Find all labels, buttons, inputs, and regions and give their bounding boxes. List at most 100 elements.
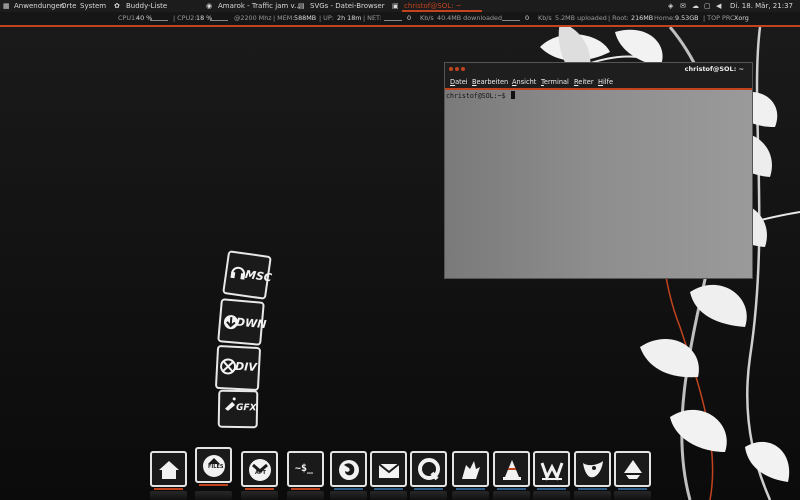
dock-reflection	[370, 491, 407, 500]
menu-ansicht[interactable]: Ansicht	[512, 78, 536, 86]
download-graph	[384, 12, 402, 25]
dwn-label: DWN	[235, 315, 267, 332]
file-browser-icon: ▤	[298, 2, 305, 10]
home-value: 9.53GB	[675, 14, 699, 22]
root-label: | Root:	[608, 14, 629, 22]
dock-gimp[interactable]	[574, 451, 611, 490]
dock-indicator	[618, 488, 647, 490]
dock-reflection	[330, 491, 367, 500]
downloaded-total: 40.4MB downloaded	[437, 14, 503, 22]
dock-indicator	[334, 488, 363, 490]
dock-reflection	[493, 491, 530, 500]
dock-reflection	[614, 491, 651, 500]
writer-icon	[540, 462, 564, 481]
download-rate: 0	[407, 14, 412, 22]
apt-label: APT	[255, 470, 266, 476]
minimize-window-button[interactable]	[455, 67, 459, 71]
dock-quicktime[interactable]	[410, 451, 447, 490]
root-value: 216MB	[631, 14, 654, 22]
chat-tray-icon[interactable]: ☁	[692, 0, 699, 12]
menu-reiter[interactable]: Reiter	[574, 78, 594, 86]
msc-label: MSC	[244, 267, 273, 285]
top-process-value: Xorg	[734, 14, 749, 22]
terminal-titlebar[interactable]: christof@SOL: ~	[445, 63, 752, 75]
dock-reflection	[574, 491, 611, 500]
cpu1-label: CPU1:	[118, 14, 138, 22]
amarok-icon: ◉	[206, 2, 213, 10]
uploaded-total: 5.2MB uploaded	[555, 14, 607, 22]
cpu2-graph	[210, 12, 228, 25]
upload-rate: 0	[525, 14, 530, 22]
home-icon	[159, 461, 179, 479]
dock-firefox[interactable]	[330, 451, 367, 490]
menu-system[interactable]: System	[80, 0, 106, 12]
dock-reflection	[195, 491, 232, 500]
dock-vlc[interactable]	[493, 451, 530, 490]
volume-icon[interactable]: ◀	[716, 0, 721, 12]
dock-indicator	[497, 488, 526, 490]
dock-indicator	[291, 488, 320, 490]
dock-reflection	[410, 491, 447, 500]
task-buddy-list[interactable]: Buddy-Liste	[126, 0, 167, 12]
system-monitor-bar: CPU1: 40 % | CPU2: 18 % @2200 Mhz | MEM:…	[0, 12, 800, 25]
div-label: DIV	[234, 359, 258, 374]
menu-datei[interactable]: Datei	[450, 78, 468, 86]
panel-accent-line	[0, 25, 800, 27]
net-label: | NET:	[363, 14, 382, 22]
dwn-launcher[interactable]: DWN	[217, 298, 267, 346]
dock-indicator	[154, 488, 183, 490]
menu-terminal[interactable]: Terminal	[541, 78, 569, 86]
dock-mail[interactable]	[370, 451, 407, 490]
firefox-icon	[339, 460, 359, 480]
dock-reflection	[452, 491, 489, 500]
gimp-icon	[583, 461, 603, 478]
gfx-launcher[interactable]: GFX	[217, 389, 259, 429]
clock[interactable]: Di. 18. Mär, 21:37	[730, 0, 793, 12]
network-icon[interactable]: ◈	[668, 0, 673, 12]
top-process-label: | TOP PRC	[703, 14, 735, 22]
dock-files[interactable]: FILES	[195, 447, 232, 486]
dock-wolf[interactable]	[452, 451, 489, 490]
main-menu-icon[interactable]: ▦	[3, 0, 10, 12]
dock-indicator	[456, 488, 485, 490]
mail-tray-icon[interactable]: ✉	[680, 0, 686, 12]
terminal-output[interactable]: christof@SOL:~$	[445, 90, 752, 278]
maximize-window-button[interactable]	[461, 67, 465, 71]
top-panel: ▦ Anwendungen Orte System ✿ Buddy-Liste …	[0, 0, 800, 12]
terminal-icon: ~$_	[295, 463, 314, 474]
terminal-task-icon: ▣	[392, 2, 399, 10]
notes-tray-icon[interactable]: ▢	[704, 0, 711, 12]
dock-reflection	[241, 491, 278, 500]
terminal-window[interactable]: christof@SOL: ~ Datei Bearbeiten Ansicht…	[444, 62, 753, 279]
cpu-frequency: @2200 Mhz	[234, 14, 272, 22]
cpu1-graph	[150, 12, 168, 25]
dock-indicator	[199, 484, 228, 486]
terminal-menubar: Datei Bearbeiten Ansicht Terminal Reiter…	[445, 75, 752, 88]
dock-indicator	[537, 488, 566, 490]
dock-inkscape[interactable]	[614, 451, 651, 490]
text-cursor	[510, 91, 515, 99]
dock-reflection	[533, 491, 570, 500]
home-label: Home:	[654, 14, 676, 22]
dock-reflection	[287, 491, 324, 500]
mail-icon	[378, 463, 400, 478]
close-window-button[interactable]	[449, 67, 453, 71]
cpu2-label: | CPU2:	[173, 14, 197, 22]
menu-bearbeiten[interactable]: Bearbeiten	[472, 78, 508, 86]
menu-hilfe[interactable]: Hilfe	[598, 78, 613, 86]
task-amarok[interactable]: Amarok - Traffic jam v...	[218, 0, 301, 12]
task-file-browser[interactable]: SVGs - Datei-Browser	[310, 0, 385, 12]
dock-terminal[interactable]: ~$_	[287, 451, 324, 490]
dock-apt[interactable]: APT	[241, 451, 278, 490]
gfx-label: GFX	[235, 402, 257, 414]
menu-places[interactable]: Orte	[61, 0, 76, 12]
dock-home[interactable]	[150, 451, 187, 490]
mem-value: 588MB	[294, 14, 317, 22]
dock-writer[interactable]	[533, 451, 570, 490]
quicktime-icon	[418, 458, 440, 481]
dock-indicator	[245, 488, 274, 490]
msc-launcher[interactable]: MSC	[222, 250, 273, 300]
menu-applications[interactable]: Anwendungen	[14, 0, 64, 12]
uptime-label: | UP:	[319, 14, 334, 22]
div-launcher[interactable]: DIV	[214, 344, 262, 392]
